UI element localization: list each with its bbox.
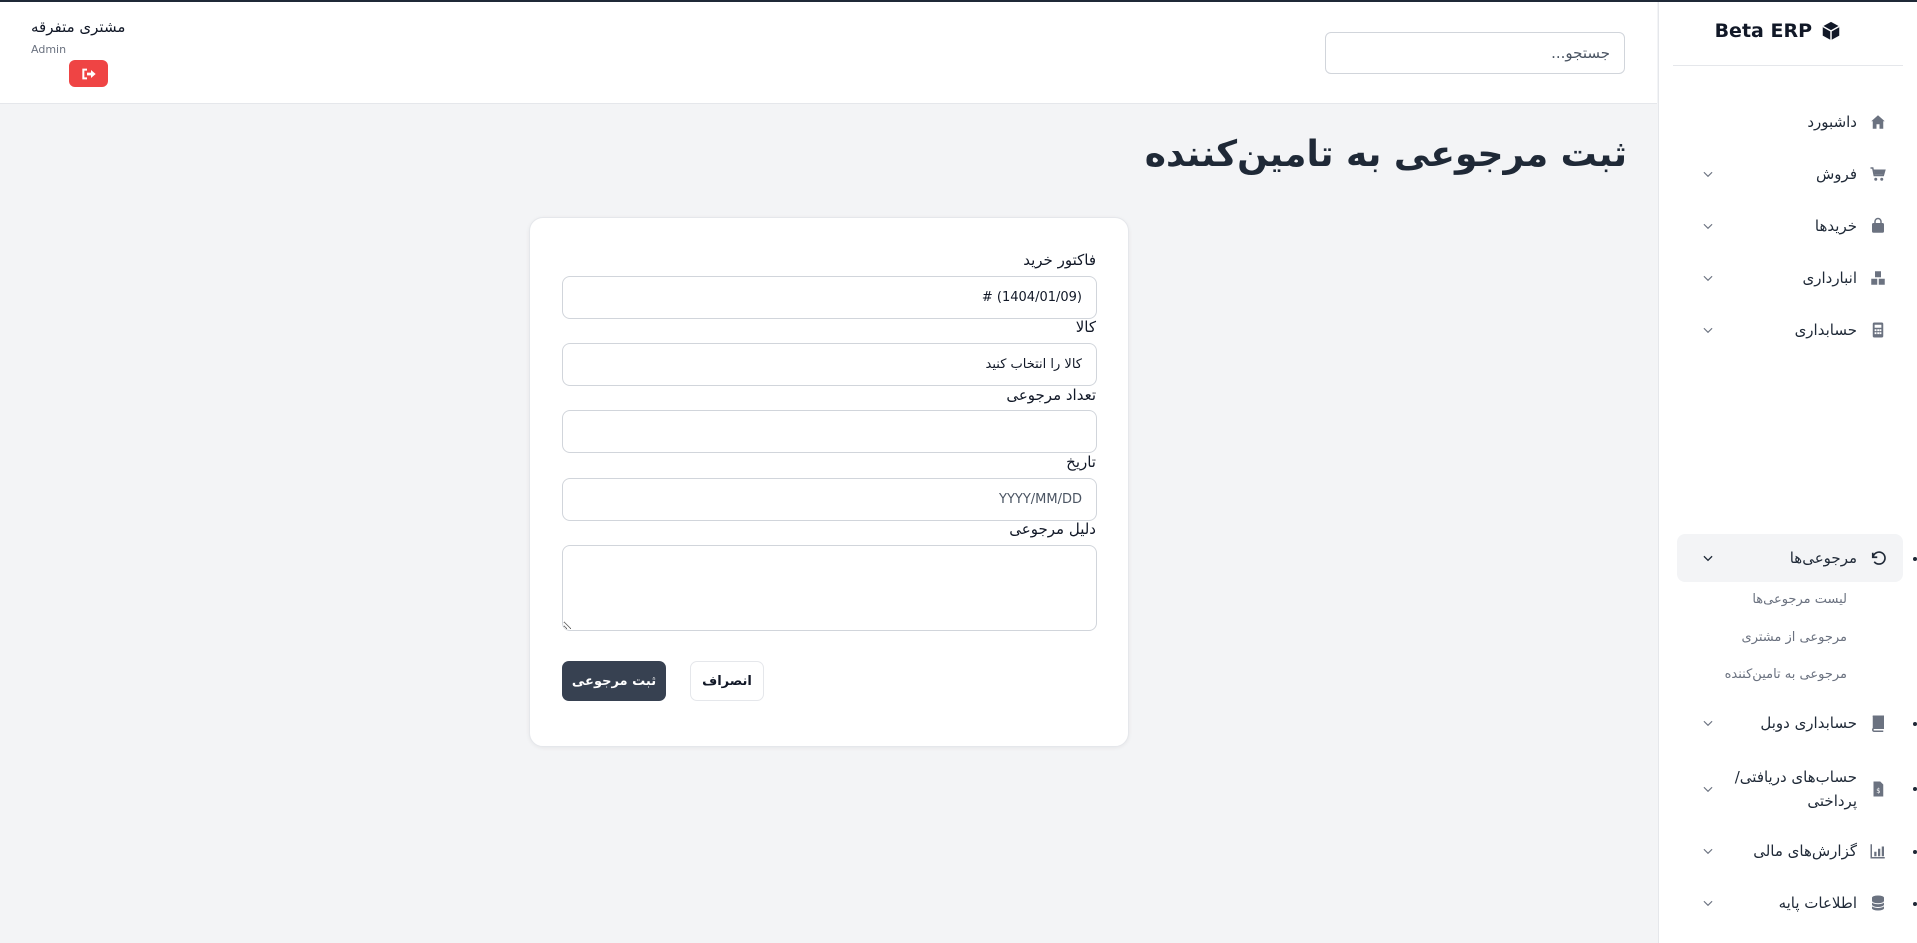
sidebar-subitem-supplier-return[interactable]: مرجوعی به تامین‌کننده xyxy=(1725,667,1847,682)
sidebar-item-label: فروش xyxy=(1815,165,1857,183)
chevron-down-icon xyxy=(1701,844,1715,858)
return-form-card: فاکتور خرید # (1404/01/09) کالا کالا را … xyxy=(529,217,1129,747)
sidebar: Beta ERP داشبورد فروش خریدها انبارداری ح… xyxy=(1658,2,1917,943)
sidebar-item-label: حساب‌های دریافتی/پرداختی xyxy=(1734,768,1857,810)
warehouse-icon xyxy=(1869,269,1887,287)
chevron-down-icon xyxy=(1701,323,1715,337)
date-label: تاریخ xyxy=(1066,453,1096,471)
sidebar-item-label: خریدها xyxy=(1814,217,1857,235)
cancel-button[interactable]: انصراف xyxy=(690,661,764,701)
product-select[interactable]: کالا را انتخاب کنید xyxy=(562,343,1097,386)
sidebar-item-label: اطلاعات پایه xyxy=(1778,894,1857,912)
nav-bullet xyxy=(1913,902,1917,906)
sidebar-item-sales[interactable]: فروش xyxy=(1677,150,1903,198)
nav-bullet xyxy=(1913,787,1917,791)
cube-icon xyxy=(1822,21,1840,41)
chevron-down-icon xyxy=(1701,716,1715,730)
undo-icon xyxy=(1869,549,1887,567)
sidebar-item-dashboard[interactable]: داشبورد xyxy=(1677,98,1903,146)
sidebar-item-double-entry[interactable]: حسابداری دوبل xyxy=(1677,699,1903,747)
brand[interactable]: Beta ERP xyxy=(1715,20,1842,42)
brand-name: Beta ERP xyxy=(1714,20,1812,42)
invoice-label: فاکتور خرید xyxy=(1023,251,1096,269)
nav-bullet xyxy=(1913,557,1917,561)
chevron-down-icon xyxy=(1701,551,1715,565)
bag-icon xyxy=(1869,217,1887,235)
sidebar-item-base-info[interactable]: اطلاعات پایه xyxy=(1677,879,1903,927)
sidebar-item-financial-reports[interactable]: گزارش‌های مالی xyxy=(1677,827,1903,875)
submit-return-button[interactable]: ثبت مرجوعی xyxy=(562,661,666,701)
invoice-icon: $ xyxy=(1869,780,1887,798)
sidebar-item-label: حسابداری دوبل xyxy=(1760,714,1857,732)
chevron-down-icon xyxy=(1701,167,1715,181)
chevron-down-icon xyxy=(1701,782,1715,796)
reason-label: دلیل مرجوعی xyxy=(1009,520,1096,538)
sidebar-item-returns[interactable]: مرجوعی‌ها xyxy=(1677,534,1903,582)
logout-icon xyxy=(81,68,96,79)
chevron-down-icon xyxy=(1701,896,1715,910)
top-header: مشتری متفرقه Admin xyxy=(0,2,1657,104)
chevron-down-icon xyxy=(1701,271,1715,285)
nav-bullet xyxy=(1913,850,1917,854)
chevron-down-icon xyxy=(1701,219,1715,233)
page-title: ثبت مرجوعی به تامین‌کننده xyxy=(1144,134,1627,175)
invoice-select[interactable]: # (1404/01/09) xyxy=(562,276,1097,319)
invoice-value: # (1404/01/09) xyxy=(981,290,1082,305)
qty-input[interactable] xyxy=(562,410,1097,453)
sidebar-item-label: انبارداری xyxy=(1802,269,1857,287)
cart-icon xyxy=(1869,165,1887,183)
svg-text:$: $ xyxy=(1876,787,1880,795)
sidebar-item-accounting[interactable]: حسابداری xyxy=(1677,306,1903,354)
sidebar-item-label: مرجوعی‌ها xyxy=(1789,549,1857,567)
user-role: Admin xyxy=(31,43,67,56)
sidebar-item-purchases[interactable]: خریدها xyxy=(1677,202,1903,250)
calculator-icon xyxy=(1869,321,1887,339)
chart-icon xyxy=(1869,842,1887,860)
home-icon xyxy=(1869,113,1887,131)
user-name: مشتری متفرقه xyxy=(31,18,126,36)
sidebar-item-label: داشبورد xyxy=(1807,113,1857,131)
sidebar-item-warehouse[interactable]: انبارداری xyxy=(1677,254,1903,302)
sidebar-item-label: حسابداری xyxy=(1794,321,1857,339)
sidebar-item-receivables-payables[interactable]: $ حساب‌های دریافتی/پرداختی xyxy=(1677,756,1903,822)
logout-button[interactable] xyxy=(69,60,108,87)
reason-textarea[interactable] xyxy=(562,545,1097,631)
search-input[interactable] xyxy=(1325,32,1625,74)
sidebar-subitem-returns-list[interactable]: لیست مرجوعی‌ها xyxy=(1752,592,1847,607)
database-icon xyxy=(1869,894,1887,912)
nav-bullet xyxy=(1913,722,1917,726)
product-value: کالا را انتخاب کنید xyxy=(985,357,1082,372)
sidebar-item-label: گزارش‌های مالی xyxy=(1753,842,1857,860)
sidebar-subitem-customer-return[interactable]: مرجوعی از مشتری xyxy=(1742,630,1847,645)
book-icon xyxy=(1869,714,1887,732)
brand-divider xyxy=(1673,65,1903,66)
qty-label: تعداد مرجوعی xyxy=(1006,386,1096,404)
date-input[interactable] xyxy=(562,478,1097,521)
product-label: کالا xyxy=(1075,318,1096,336)
